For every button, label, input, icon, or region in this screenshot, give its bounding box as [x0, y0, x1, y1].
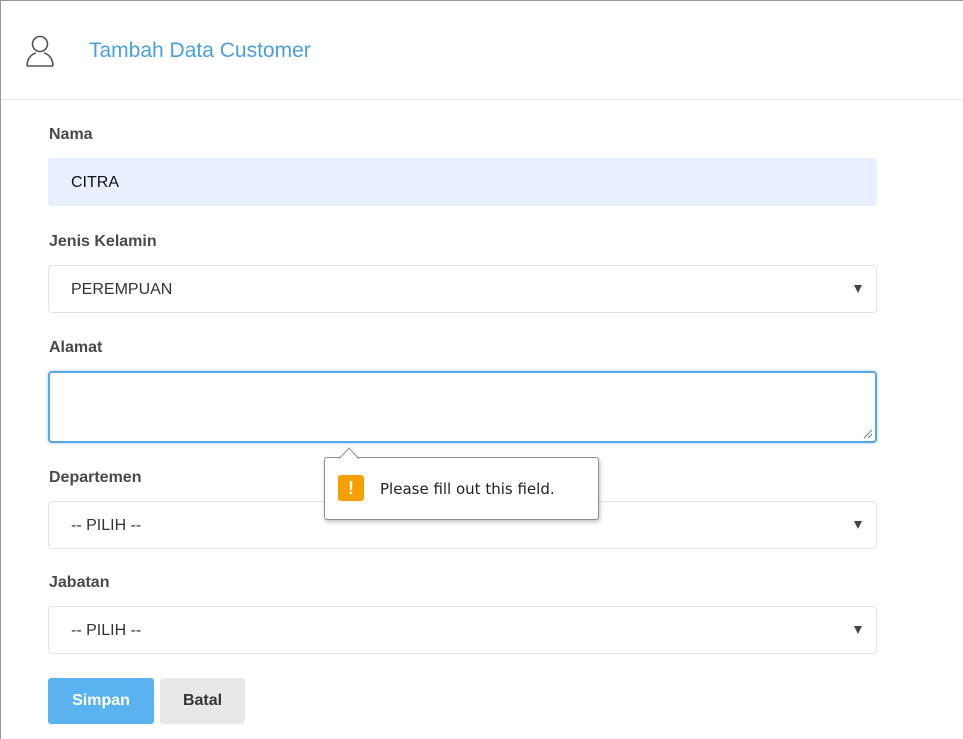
cancel-button[interactable]: Batal: [160, 678, 245, 724]
user-icon: [26, 35, 54, 67]
validation-tooltip: ! Please fill out this field.: [324, 447, 599, 520]
nama-input[interactable]: CITRA: [48, 158, 877, 206]
chevron-down-icon: [854, 285, 862, 293]
departemen-label: Departemen: [49, 469, 142, 486]
tooltip-arrow: [339, 447, 359, 459]
jabatan-value: -- PILIH --: [71, 622, 142, 639]
nama-label: Nama: [49, 126, 93, 143]
chevron-down-icon: [854, 626, 862, 634]
page-title: Tambah Data Customer: [89, 39, 311, 62]
save-button[interactable]: Simpan: [48, 678, 154, 724]
resize-grip-icon[interactable]: [863, 429, 873, 439]
alamat-label: Alamat: [49, 339, 103, 356]
warning-icon: !: [338, 475, 364, 501]
panel-header: Tambah Data Customer: [1, 1, 963, 100]
jenis-kelamin-select[interactable]: PEREMPUAN: [48, 265, 877, 313]
jabatan-select[interactable]: -- PILIH --: [48, 606, 877, 654]
jabatan-label: Jabatan: [49, 574, 110, 591]
chevron-down-icon: [854, 521, 862, 529]
form-page: Tambah Data Customer Nama CITRA Jenis Ke…: [0, 0, 963, 739]
validation-message: Please fill out this field.: [380, 480, 555, 498]
jenis-kelamin-label: Jenis Kelamin: [49, 233, 157, 250]
jenis-kelamin-value: PEREMPUAN: [71, 281, 173, 298]
alamat-textarea[interactable]: [48, 371, 877, 443]
nama-value: CITRA: [71, 174, 119, 191]
departemen-value: -- PILIH --: [71, 517, 142, 534]
